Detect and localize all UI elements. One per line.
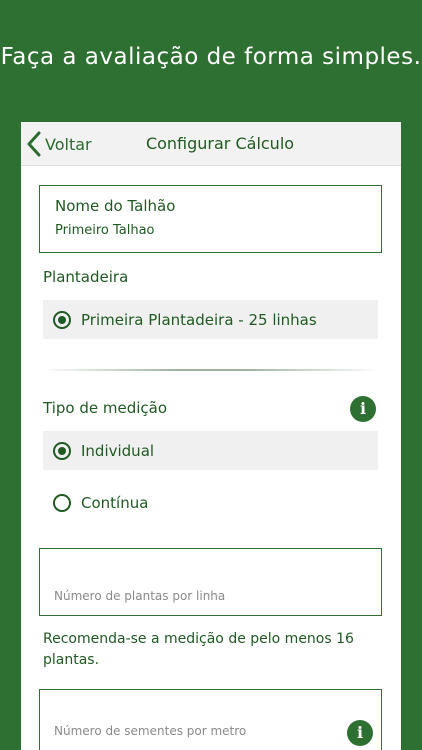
planter-option-label: Primeira Plantadeira - 25 linhas [81,310,317,329]
field-name-input[interactable]: Nome do Talhão Primeiro Talhao [39,185,382,253]
radio-selected-icon [53,310,71,329]
field-name-value: Primeiro Talhao [55,223,155,238]
recommendation-text: Recomenda-se a medição de pelo menos 16 … [43,631,354,668]
planter-option[interactable]: Primeira Plantadeira - 25 linhas [43,300,378,339]
page-title: Configurar Cálculo [145,134,295,153]
planter-label: Plantadeira [43,268,129,286]
seeds-per-meter-input[interactable] [54,724,334,738]
promo-headline: Faça a avaliação de forma simples. [0,44,422,70]
info-icon[interactable]: i [347,720,373,746]
plants-per-line-field[interactable] [39,548,382,616]
radio-selected-icon [53,441,71,460]
app-screen: Voltar Configurar Cálculo Nome do Talhão… [21,122,401,750]
seeds-per-meter-field[interactable]: i [39,689,382,750]
measurement-option-individual[interactable]: Individual [43,431,378,470]
divider [41,369,381,371]
field-name-label: Nome do Talhão [55,197,176,215]
navigation-bar: Voltar Configurar Cálculo [21,122,401,166]
measurement-option-continuous[interactable]: Contínua [43,483,378,522]
radio-unselected-icon [53,493,71,512]
measurement-option-label: Individual [81,441,155,460]
measurement-option-label: Contínua [81,493,149,512]
measurement-type-label: Tipo de medição [43,399,167,417]
plants-per-line-input[interactable] [54,589,334,603]
info-icon[interactable]: i [350,396,376,422]
